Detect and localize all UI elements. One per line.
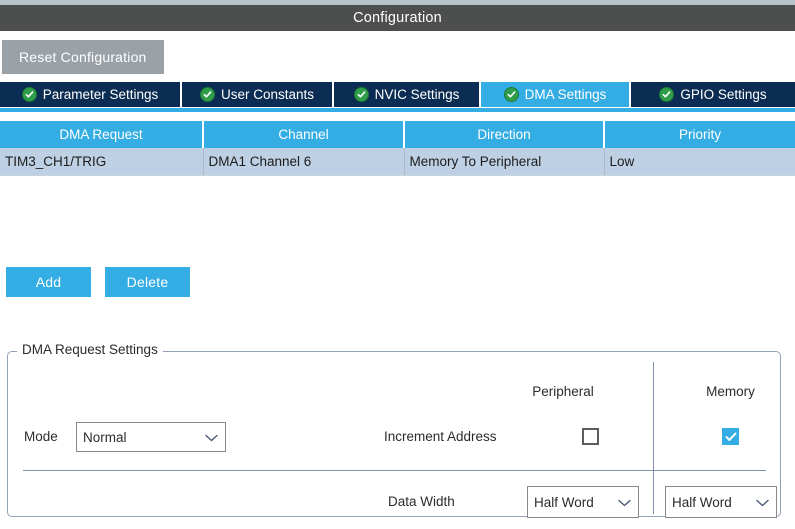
tab-label: NVIC Settings: [375, 87, 460, 102]
memory-data-width-select[interactable]: Half Word: [665, 486, 777, 518]
table-empty-space: [0, 176, 795, 261]
tab-label: User Constants: [221, 87, 314, 102]
group-title: DMA Request Settings: [17, 342, 163, 357]
peripheral-memory-divider: [653, 362, 654, 514]
cell-priority[interactable]: Low: [604, 148, 795, 176]
tab-label: GPIO Settings: [680, 87, 766, 102]
reset-toolbar: Reset Configuration: [0, 31, 795, 82]
add-button[interactable]: Add: [6, 267, 91, 297]
peripheral-increment-address-checkbox[interactable]: [582, 428, 599, 445]
column-header-channel[interactable]: Channel: [203, 121, 404, 148]
reset-configuration-button[interactable]: Reset Configuration: [2, 40, 164, 74]
tab-gpio-settings[interactable]: GPIO Settings: [631, 82, 795, 107]
table-row[interactable]: TIM3_CH1/TRIG DMA1 Channel 6 Memory To P…: [0, 148, 795, 176]
page-title: Configuration: [353, 10, 442, 26]
tab-label: Parameter Settings: [43, 87, 159, 102]
green-check-circle-icon: [504, 87, 519, 102]
mode-select[interactable]: Normal: [76, 422, 226, 452]
tab-user-constants[interactable]: User Constants: [182, 82, 332, 107]
tab-label: DMA Settings: [525, 87, 607, 102]
memory-increment-address-checkbox[interactable]: [722, 428, 739, 445]
cell-direction[interactable]: Memory To Peripheral: [404, 148, 604, 176]
tab-nvic-settings[interactable]: NVIC Settings: [334, 82, 479, 107]
peripheral-data-width-select[interactable]: Half Word: [527, 486, 639, 518]
memory-column-header: Memory: [653, 384, 795, 399]
tab-parameter-settings[interactable]: Parameter Settings: [0, 82, 180, 107]
table-header-row: DMA Request Channel Direction Priority: [0, 121, 795, 148]
mode-label: Mode: [24, 429, 58, 444]
tab-dma-settings[interactable]: DMA Settings: [481, 82, 629, 107]
column-header-direction[interactable]: Direction: [404, 121, 604, 148]
column-headers: Peripheral Memory: [8, 384, 780, 406]
window-title-bar: Configuration: [0, 5, 795, 31]
chevron-down-icon: [756, 495, 769, 510]
settings-tab-bar: Parameter Settings User Constants NVIC S…: [0, 82, 795, 107]
table-action-buttons: Add Delete: [0, 267, 795, 297]
green-check-circle-icon: [659, 87, 674, 102]
table-header: DMA Request Channel Direction Priority: [0, 121, 795, 148]
dma-request-table: DMA Request Channel Direction Priority T…: [0, 121, 795, 176]
data-width-label: Data Width: [388, 494, 455, 509]
memory-data-width-value: Half Word: [672, 495, 732, 510]
increment-address-label: Increment Address: [384, 429, 497, 444]
chevron-down-icon: [618, 495, 631, 510]
green-check-circle-icon: [354, 87, 369, 102]
column-header-priority[interactable]: Priority: [604, 121, 795, 148]
column-header-dma-request[interactable]: DMA Request: [0, 121, 203, 148]
settings-row-divider: [23, 470, 766, 471]
peripheral-data-width-value: Half Word: [534, 495, 594, 510]
chevron-down-icon: [205, 430, 218, 445]
delete-button[interactable]: Delete: [105, 267, 190, 297]
table-body: TIM3_CH1/TRIG DMA1 Channel 6 Memory To P…: [0, 148, 795, 176]
cell-dma-request[interactable]: TIM3_CH1/TRIG: [0, 148, 203, 176]
cell-channel[interactable]: DMA1 Channel 6: [203, 148, 404, 176]
mode-select-value: Normal: [83, 430, 127, 445]
dma-request-settings-group: DMA Request Settings Peripheral Memory M…: [7, 351, 781, 517]
dma-request-table-area: DMA Request Channel Direction Priority T…: [0, 112, 795, 261]
peripheral-column-header: Peripheral: [488, 384, 638, 399]
green-check-circle-icon: [22, 87, 37, 102]
green-check-circle-icon: [200, 87, 215, 102]
